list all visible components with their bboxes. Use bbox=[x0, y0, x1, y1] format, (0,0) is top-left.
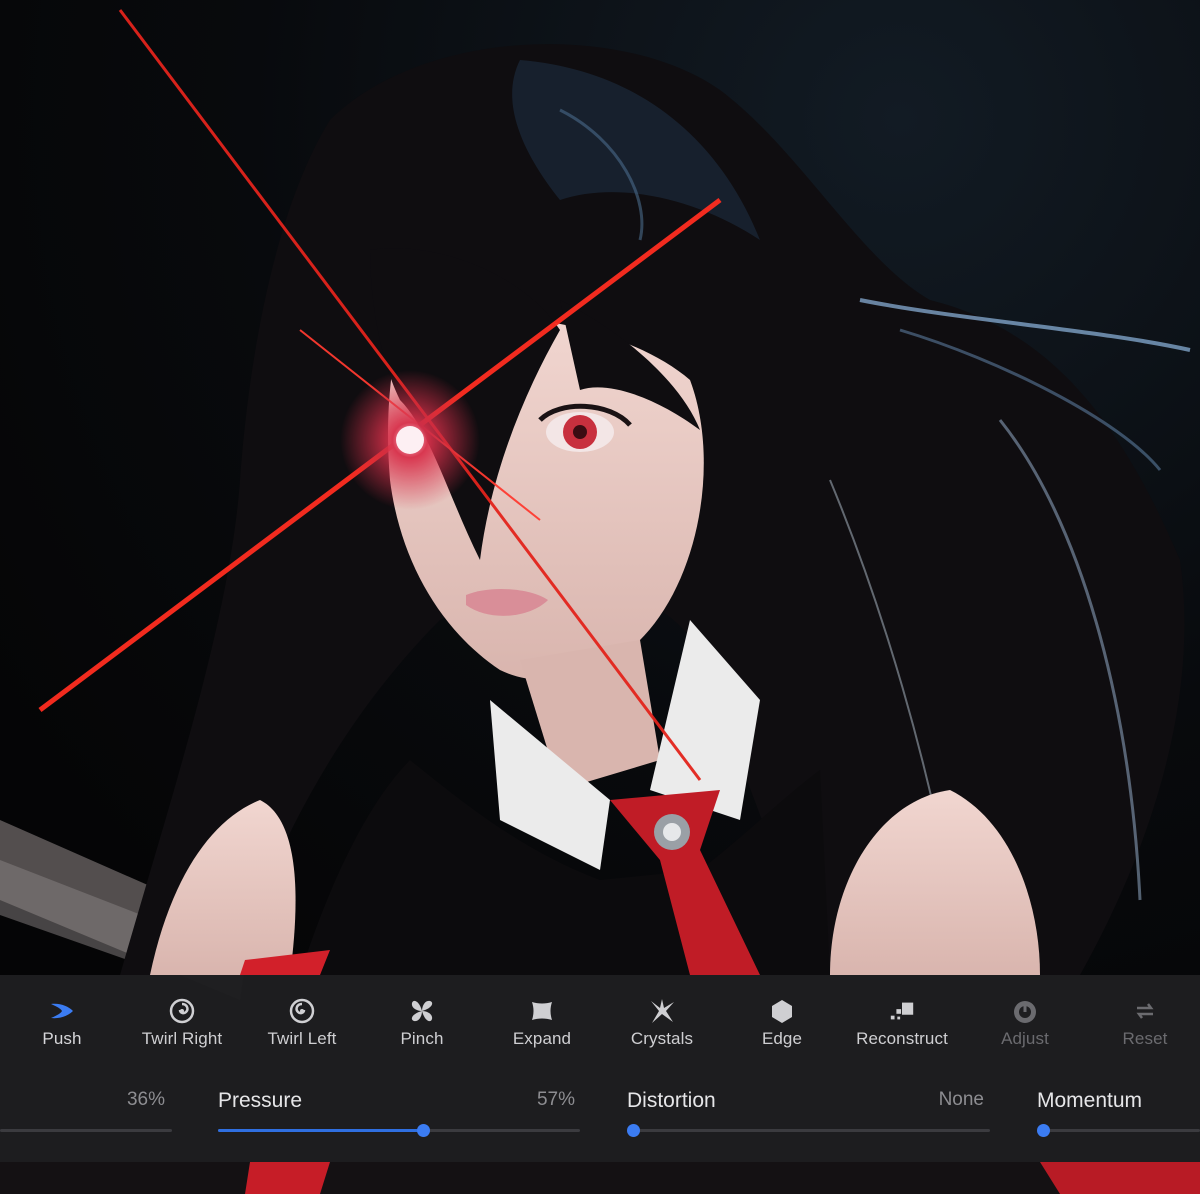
pressure-slider[interactable] bbox=[218, 1124, 580, 1137]
reconstruct-tool-button[interactable]: Reconstruct bbox=[842, 997, 962, 1057]
reset-tool-button[interactable]: Reset bbox=[1085, 997, 1200, 1057]
twirl-right-icon bbox=[168, 997, 196, 1025]
size-slider[interactable] bbox=[0, 1129, 172, 1132]
pinch-tool-button[interactable]: Pinch bbox=[362, 997, 482, 1057]
distortion-slider[interactable] bbox=[627, 1124, 990, 1137]
crystals-icon bbox=[648, 997, 676, 1025]
momentum-label: Momentum bbox=[1037, 1089, 1143, 1112]
reconstruct-icon bbox=[888, 997, 916, 1025]
expand-tool-button[interactable]: Expand bbox=[482, 997, 602, 1057]
expand-icon bbox=[528, 997, 556, 1025]
momentum-slider[interactable] bbox=[1037, 1124, 1200, 1137]
tool-label: Reset bbox=[1122, 1029, 1168, 1048]
edge-tool-button[interactable]: Edge bbox=[722, 997, 842, 1057]
tool-label: Pinch bbox=[400, 1029, 444, 1048]
push-tool-button[interactable]: Push bbox=[2, 997, 122, 1057]
pressure-slider-thumb[interactable] bbox=[417, 1124, 430, 1137]
tool-label: Crystals bbox=[630, 1029, 694, 1048]
pressure-slider-fill bbox=[218, 1129, 423, 1132]
adjust-tool-button[interactable]: Adjust bbox=[965, 997, 1085, 1057]
pressure-value: 57% bbox=[536, 1089, 575, 1110]
twirl-left-icon bbox=[288, 997, 316, 1025]
tool-label: Expand bbox=[512, 1029, 572, 1048]
distortion-value: None bbox=[938, 1089, 984, 1110]
pressure-label: Pressure bbox=[218, 1089, 303, 1112]
crystals-tool-button[interactable]: Crystals bbox=[602, 997, 722, 1057]
distortion-slider-thumb[interactable] bbox=[627, 1124, 640, 1137]
push-icon bbox=[48, 997, 76, 1025]
reset-icon bbox=[1131, 997, 1159, 1025]
tool-label: Edge bbox=[761, 1029, 803, 1048]
distortion-label: Distortion bbox=[627, 1089, 716, 1112]
tool-label: Push bbox=[42, 1029, 82, 1048]
tool-label: Twirl Left bbox=[267, 1029, 337, 1048]
tool-label: Reconstruct bbox=[856, 1029, 948, 1048]
twirl-left-tool-button[interactable]: Twirl Left bbox=[242, 997, 362, 1057]
tool-label: Twirl Right bbox=[141, 1029, 223, 1048]
size-value: 36% bbox=[126, 1089, 165, 1110]
edge-icon bbox=[768, 997, 796, 1025]
adjust-icon bbox=[1011, 997, 1039, 1025]
tool-label: Adjust bbox=[1001, 1029, 1049, 1048]
liquify-panel: Push Twirl Right Twirl Left Pinch Expand… bbox=[0, 975, 1200, 1162]
liquify-mode-toolbar: Push Twirl Right Twirl Left Pinch Expand… bbox=[0, 997, 1200, 1057]
momentum-slider-thumb[interactable] bbox=[1037, 1124, 1050, 1137]
pinch-icon bbox=[408, 997, 436, 1025]
twirl-right-tool-button[interactable]: Twirl Right bbox=[122, 997, 242, 1057]
liquify-sliders: 36% Pressure 57% Distortion None Momentu… bbox=[0, 1075, 1200, 1145]
